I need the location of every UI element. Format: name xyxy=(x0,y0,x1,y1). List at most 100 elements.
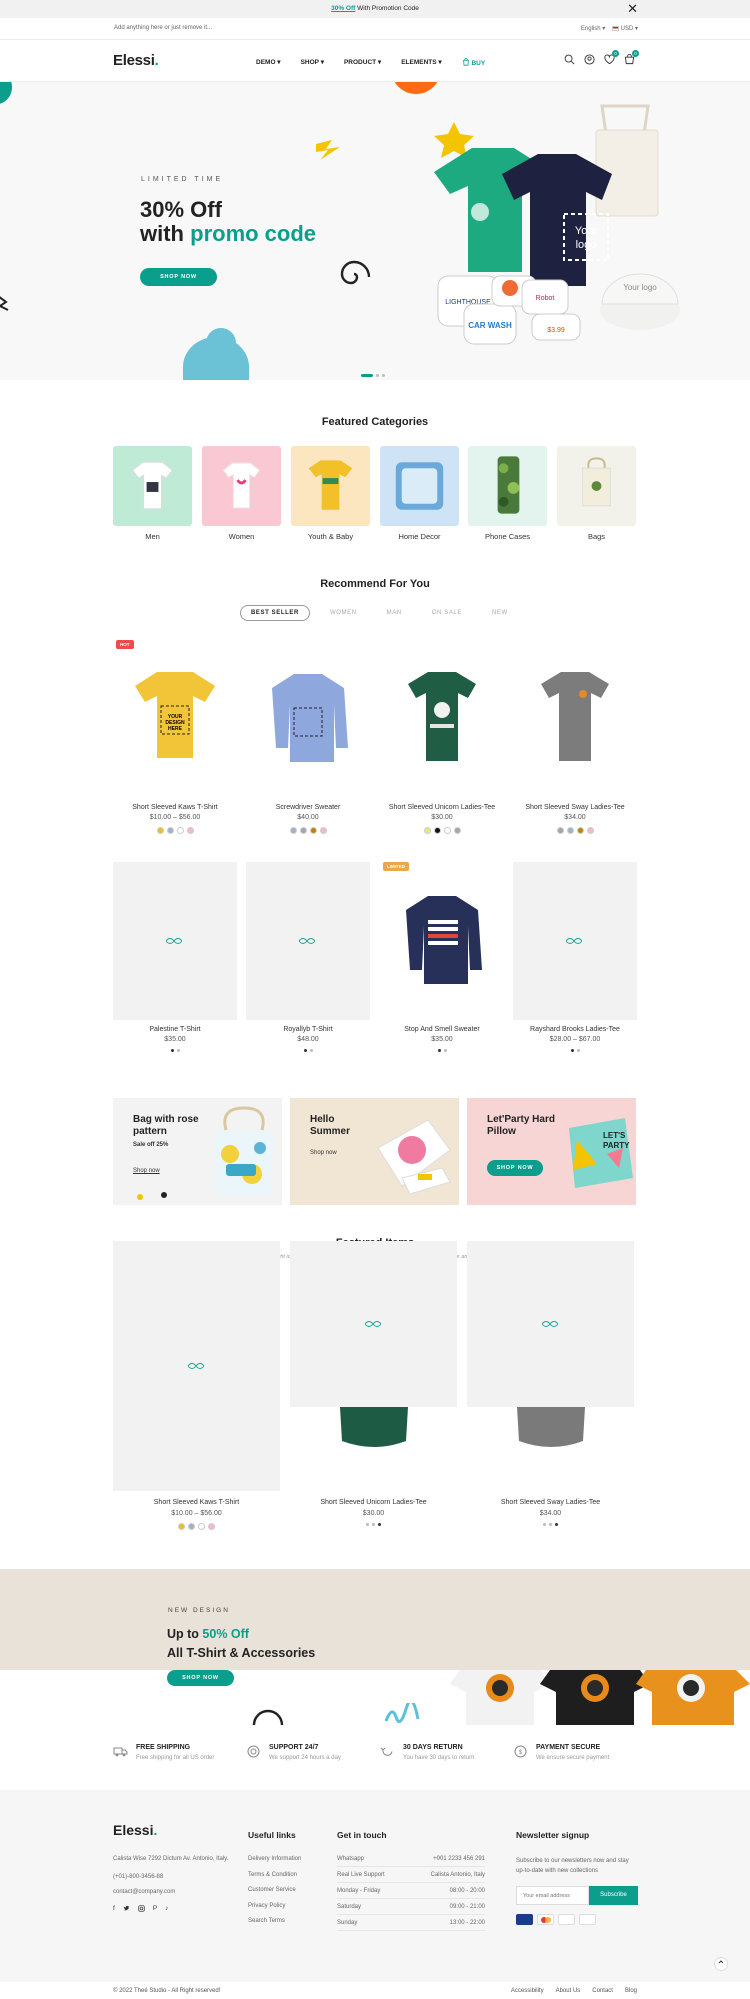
featured-item-image[interactable] xyxy=(113,1241,280,1491)
color-swatch[interactable] xyxy=(208,1523,215,1530)
footer-link[interactable]: Delivery Information xyxy=(248,1856,301,1862)
category-card[interactable]: Women xyxy=(202,446,281,541)
twitter-icon[interactable] xyxy=(123,1905,130,1912)
tab-man[interactable]: MAN xyxy=(377,610,412,616)
image-dot[interactable] xyxy=(309,1049,313,1052)
subscribe-button[interactable]: Subscribe xyxy=(589,1886,638,1905)
color-swatch[interactable] xyxy=(156,827,164,834)
product-image[interactable] xyxy=(113,862,237,1020)
color-swatch[interactable] xyxy=(186,827,194,834)
image-dot[interactable] xyxy=(543,1523,546,1526)
cart-button[interactable]: 0 xyxy=(624,50,639,65)
footer-link[interactable]: Privacy Policy xyxy=(248,1903,301,1909)
bottom-link[interactable]: About Us xyxy=(556,1988,581,1994)
search-icon[interactable] xyxy=(564,54,575,65)
slider-dot[interactable] xyxy=(376,374,379,377)
footer-link[interactable]: Search Terms xyxy=(248,1918,301,1924)
featured-item-image[interactable] xyxy=(467,1241,634,1491)
color-swatch[interactable] xyxy=(443,827,451,834)
image-dot[interactable] xyxy=(576,1049,580,1052)
product-image[interactable] xyxy=(246,862,370,1020)
close-icon[interactable]: ✕ xyxy=(627,1,638,17)
featured-item-name[interactable]: Short Sleeved Unicorn Ladies-Tee xyxy=(290,1499,457,1506)
image-dot[interactable] xyxy=(176,1049,180,1052)
category-card[interactable]: Phone Cases xyxy=(468,446,547,541)
color-swatch[interactable] xyxy=(576,827,584,834)
bottom-link[interactable]: Contact xyxy=(592,1988,613,1994)
color-swatch[interactable] xyxy=(178,1523,185,1530)
tab-best-seller[interactable]: BEST SELLER xyxy=(240,605,310,621)
product-image[interactable]: LIMITED xyxy=(380,862,504,1020)
footer-email[interactable]: contact@company.com xyxy=(113,1889,233,1895)
banner-party[interactable]: Let'Party Hard Pillow SHOP NOW LET'S PART… xyxy=(467,1098,636,1205)
bottom-link[interactable]: Blog xyxy=(625,1988,637,1994)
product-name[interactable]: Stop And Smell Sweater xyxy=(380,1026,504,1033)
product-image[interactable] xyxy=(380,640,504,798)
tab-new[interactable]: NEW xyxy=(482,610,518,616)
menu-item-shop[interactable]: SHOP ▾ xyxy=(301,58,324,67)
menu-item-product[interactable]: PRODUCT ▾ xyxy=(344,58,381,67)
product-name[interactable]: Royallyb T-Shirt xyxy=(246,1026,370,1033)
slider-dot-active[interactable] xyxy=(361,374,373,377)
promo-shop-now-button[interactable]: SHOP NOW xyxy=(167,1670,234,1686)
footer-link[interactable]: Customer Service xyxy=(248,1887,301,1893)
product-card[interactable]: Short Sleeved Sway Ladies-Tee $34.00 xyxy=(513,640,637,834)
color-swatch[interactable] xyxy=(299,827,307,834)
product-name[interactable]: Rayshard Brooks Ladies-Tee xyxy=(513,1026,637,1033)
tab-on-sale[interactable]: ON SALE xyxy=(422,610,472,616)
product-image[interactable] xyxy=(246,640,370,798)
featured-item-name[interactable]: Short Sleeved Kaws T-Shirt xyxy=(113,1499,280,1506)
tiktok-icon[interactable]: ♪ xyxy=(165,1905,168,1912)
product-card[interactable]: LIMITED Stop And Smell Sweater $35.00 xyxy=(380,862,504,1052)
featured-item-image[interactable] xyxy=(290,1241,457,1491)
color-swatch[interactable] xyxy=(166,827,174,834)
featured-item-card[interactable]: Short Sleeved Kaws T-Shirt $10.00 – $56.0… xyxy=(113,1241,280,1530)
banner-bag[interactable]: Bag with rose pattern Sale off 25% Shop … xyxy=(113,1098,282,1205)
product-image[interactable]: YOUR DESIGN HERE HOT xyxy=(113,640,237,798)
slider-dot[interactable] xyxy=(382,374,385,377)
featured-item-card[interactable]: Short Sleeved Unicorn Ladies-Tee $30.00 xyxy=(290,1241,457,1526)
back-to-top-button[interactable] xyxy=(714,1957,728,1971)
color-swatch[interactable] xyxy=(289,827,297,834)
banner-summer[interactable]: Hello Summer Shop now xyxy=(290,1098,459,1205)
color-swatch[interactable] xyxy=(176,827,184,834)
category-card[interactable]: Youth & Baby xyxy=(291,446,370,541)
category-card[interactable]: Bags xyxy=(557,446,636,541)
color-swatch[interactable] xyxy=(453,827,461,834)
featured-item-name[interactable]: Short Sleeved Sway Ladies-Tee xyxy=(467,1499,634,1506)
color-swatch[interactable] xyxy=(319,827,327,834)
image-dot[interactable] xyxy=(437,1049,441,1052)
site-logo[interactable]: Elessi. xyxy=(113,52,159,69)
color-swatch[interactable] xyxy=(188,1523,195,1530)
product-card[interactable]: Screwdriver Sweater $40.00 xyxy=(246,640,370,834)
menu-item-demo[interactable]: DEMO ▾ xyxy=(256,58,281,67)
featured-item-card[interactable]: Short Sleeved Sway Ladies-Tee $34.00 xyxy=(467,1241,634,1526)
banner-summer-link[interactable]: Shop now xyxy=(310,1150,337,1156)
footer-logo[interactable]: Elessi. xyxy=(113,1822,233,1838)
image-dot[interactable] xyxy=(170,1049,174,1052)
color-swatch[interactable] xyxy=(309,827,317,834)
bottom-link[interactable]: Accessibility xyxy=(511,1988,544,1994)
product-card[interactable]: Royallyb T-Shirt $48.00 xyxy=(246,862,370,1052)
menu-item-elements[interactable]: ELEMENTS ▾ xyxy=(401,58,441,67)
language-select[interactable]: English ▾ xyxy=(581,26,605,32)
banner-party-shop-button[interactable]: SHOP NOW xyxy=(487,1160,543,1176)
currency-select[interactable]: USD ▾ xyxy=(611,25,638,32)
instagram-icon[interactable] xyxy=(138,1904,145,1912)
newsletter-email-input[interactable] xyxy=(516,1886,589,1905)
facebook-icon[interactable]: f xyxy=(113,1905,115,1912)
product-name[interactable]: Short Sleeved Sway Ladies-Tee xyxy=(513,804,637,811)
category-card[interactable]: Home Decor xyxy=(380,446,459,541)
wishlist-button[interactable]: 0 xyxy=(604,50,619,65)
color-swatch[interactable] xyxy=(423,827,431,834)
category-card[interactable]: Men xyxy=(113,446,192,541)
menu-item-buy[interactable]: BUY xyxy=(462,58,485,67)
promo-link[interactable]: 30% Off xyxy=(331,5,355,12)
image-dot[interactable] xyxy=(555,1523,558,1526)
color-swatch[interactable] xyxy=(556,827,564,834)
image-dot[interactable] xyxy=(372,1523,375,1526)
user-icon[interactable] xyxy=(584,54,595,65)
product-name[interactable]: Short Sleeved Kaws T-Shirt xyxy=(113,804,237,811)
footer-link[interactable]: Terms & Condition xyxy=(248,1872,301,1878)
color-swatch[interactable] xyxy=(433,827,441,834)
